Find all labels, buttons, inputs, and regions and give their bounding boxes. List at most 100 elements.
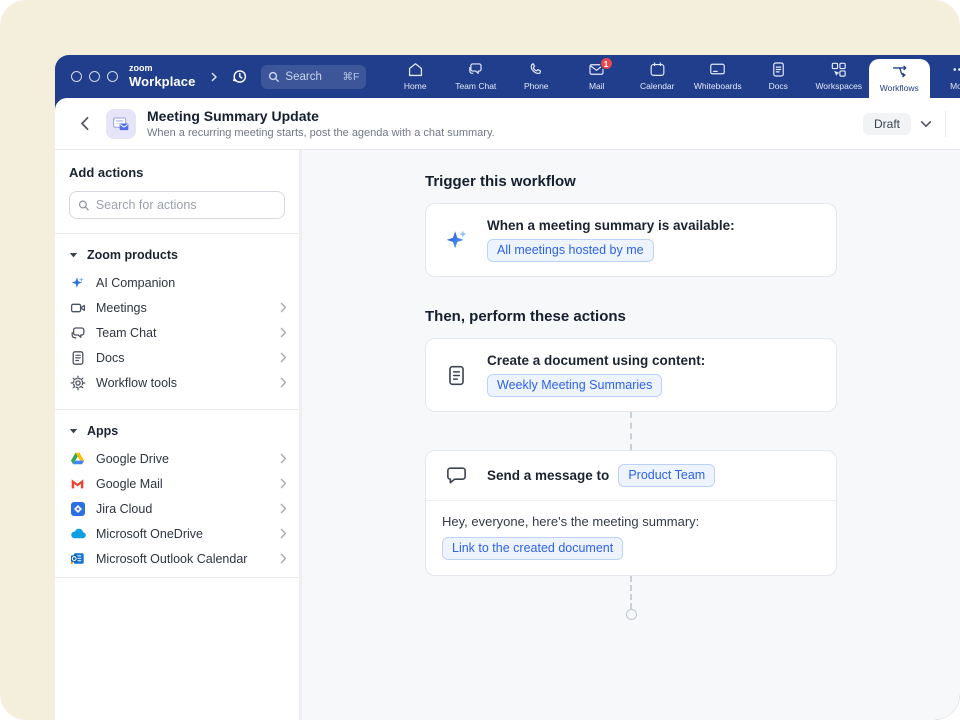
nav-item-more[interactable]: More (930, 55, 960, 98)
sidebar-item-team-chat[interactable]: Team Chat (55, 320, 299, 345)
message-link-pill[interactable]: Link to the created document (442, 537, 623, 560)
docs-icon (69, 350, 86, 366)
chevron-right-icon (280, 302, 287, 313)
trigger-title: When a meeting summary is available: (487, 218, 735, 233)
nav-item-workspaces[interactable]: Workspaces (809, 55, 870, 98)
actions-sidebar: Add actions Zoom products AI Companion (55, 150, 302, 720)
sidebar-item-microsoft-outlook-calendar[interactable]: Microsoft Outlook Calendar (55, 546, 299, 571)
chevron-right-icon (280, 453, 287, 464)
document-icon (442, 364, 470, 387)
workflows-icon (890, 62, 909, 81)
sidebar-divider (55, 233, 299, 234)
ai-sparkle-icon (442, 227, 470, 254)
sidebar-item-jira-cloud[interactable]: Jira Cloud (55, 496, 299, 521)
sidebar-divider (55, 577, 299, 578)
screenshot-canvas: zoom Workplace Search ⌘F Home (0, 0, 960, 720)
window-zoom-button[interactable] (107, 71, 118, 82)
chevron-right-icon (280, 377, 287, 388)
logo-workplace-text: Workplace (129, 74, 195, 89)
nav-item-mail[interactable]: Mail 1 (567, 55, 628, 98)
google-mail-icon (69, 476, 86, 491)
docs-icon (769, 60, 788, 79)
nav-item-workflows[interactable]: Workflows (869, 59, 930, 98)
workflow-header: Meeting Summary Update When a recurring … (55, 98, 960, 150)
global-search-input[interactable]: Search ⌘F (261, 65, 366, 89)
sidebar-item-google-mail[interactable]: Google Mail (55, 471, 299, 496)
message-body-text: Hey, everyone, here's the meeting summar… (442, 514, 820, 529)
nav-item-whiteboards[interactable]: Whiteboards (688, 55, 749, 98)
chevron-right-icon (280, 553, 287, 564)
chevron-right-icon (280, 528, 287, 539)
jira-cloud-icon (69, 502, 86, 516)
window-minimize-button[interactable] (89, 71, 100, 82)
ai-companion-icon (69, 275, 86, 290)
chevron-right-icon (280, 327, 287, 338)
caret-down-icon (69, 428, 78, 434)
zoom-workplace-logo: zoom Workplace (129, 64, 195, 90)
search-icon (78, 199, 90, 212)
chevron-right-icon (280, 478, 287, 489)
search-placeholder: Search (285, 71, 321, 83)
top-navbar: zoom Workplace Search ⌘F Home (55, 55, 960, 98)
chat-bubble-icon (442, 464, 470, 487)
section-apps[interactable]: Apps (55, 416, 299, 446)
sidebar-item-ai-companion[interactable]: AI Companion (55, 270, 299, 295)
header-divider (945, 111, 946, 137)
onedrive-icon (69, 526, 86, 542)
zoom-workplace-window: zoom Workplace Search ⌘F Home (55, 55, 960, 720)
action-message-title: Send a message to (487, 468, 609, 483)
actions-search-input[interactable] (96, 198, 276, 212)
document-content-pill[interactable]: Weekly Meeting Summaries (487, 374, 662, 397)
history-icon[interactable] (231, 68, 248, 85)
action-card-create-document[interactable]: Create a document using content: Weekly … (425, 338, 837, 412)
workflow-connector (630, 412, 632, 450)
logo-zoom-text: zoom (129, 64, 195, 73)
workflow-title-block: Meeting Summary Update When a recurring … (147, 108, 495, 139)
team-chat-icon (69, 325, 86, 341)
window-close-button[interactable] (71, 71, 82, 82)
nav-item-phone[interactable]: Phone (506, 55, 567, 98)
action-card-send-message[interactable]: Send a message to Product Team Hey, ever… (425, 450, 837, 576)
caret-down-icon (69, 252, 78, 258)
status-chevron-down-icon[interactable] (920, 120, 932, 128)
actions-heading: Then, perform these actions (425, 308, 837, 325)
workspaces-icon (829, 60, 848, 79)
search-shortcut: ⌘F (343, 71, 360, 83)
chevron-right-icon[interactable] (209, 72, 219, 82)
meetings-icon (69, 300, 86, 316)
nav-item-home[interactable]: Home (385, 55, 446, 98)
whiteboards-icon (708, 60, 727, 79)
chevron-left-icon (80, 116, 90, 131)
nav-item-calendar[interactable]: Calendar (627, 55, 688, 98)
sidebar-item-docs[interactable]: Docs (55, 345, 299, 370)
trigger-card[interactable]: When a meeting summary is available: All… (425, 203, 837, 277)
sidebar-item-workflow-tools[interactable]: Workflow tools (55, 370, 299, 395)
back-button[interactable] (73, 112, 97, 136)
workflow-thumbnail-icon (106, 109, 136, 139)
team-chat-icon (466, 60, 485, 79)
sidebar-item-google-drive[interactable]: Google Drive (55, 446, 299, 471)
trigger-heading: Trigger this workflow (425, 173, 837, 190)
nav-item-team-chat[interactable]: Team Chat (446, 55, 507, 98)
search-icon (268, 71, 280, 83)
trigger-scope-pill[interactable]: All meetings hosted by me (487, 239, 654, 262)
outlook-calendar-icon (69, 551, 86, 566)
status-badge[interactable]: Draft (863, 113, 911, 135)
navbar-tabs: Home Team Chat Phone Mail 1 Calend (385, 55, 960, 98)
window-controls (71, 71, 118, 82)
action-document-title: Create a document using content: (487, 353, 705, 368)
actions-search-field[interactable] (69, 191, 285, 219)
message-recipient-pill[interactable]: Product Team (618, 464, 715, 487)
workflow-end-node[interactable] (626, 609, 637, 620)
home-icon (406, 60, 425, 79)
gear-icon (69, 375, 86, 391)
phone-icon (527, 60, 546, 79)
sidebar-item-microsoft-onedrive[interactable]: Microsoft OneDrive (55, 521, 299, 546)
nav-item-docs[interactable]: Docs (748, 55, 809, 98)
page-subtitle: When a recurring meeting starts, post th… (147, 127, 495, 139)
sidebar-title: Add actions (69, 165, 285, 180)
chevron-right-icon (280, 352, 287, 363)
section-zoom-products[interactable]: Zoom products (55, 240, 299, 270)
page-title: Meeting Summary Update (147, 108, 495, 126)
sidebar-item-meetings[interactable]: Meetings (55, 295, 299, 320)
